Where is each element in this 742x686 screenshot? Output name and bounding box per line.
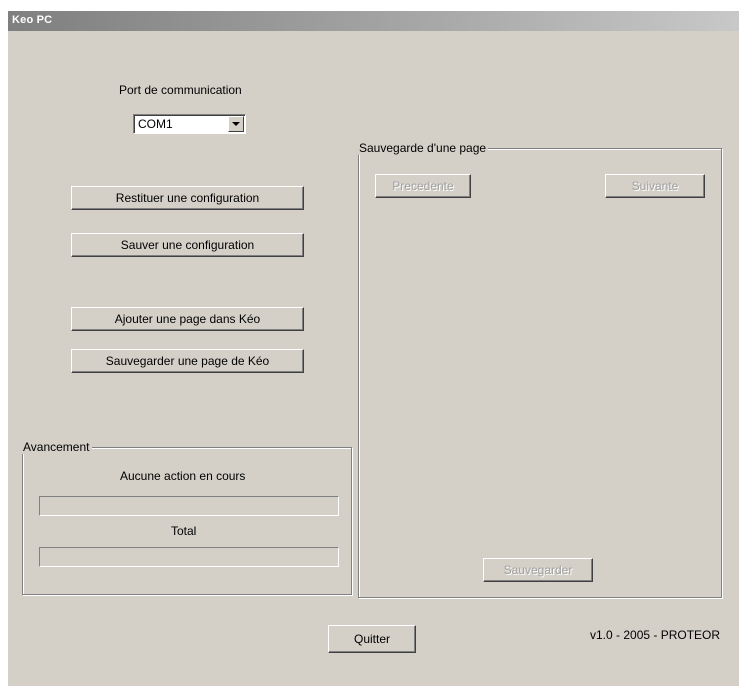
window-title: Keo PC xyxy=(12,14,53,26)
title-bar[interactable]: Keo PC xyxy=(8,11,739,31)
progress-status: Aucune action en cours xyxy=(120,469,246,483)
save-button[interactable]: Sauvegarder xyxy=(483,558,593,582)
progress-group: Avancement Aucune action en cours Total xyxy=(21,440,352,595)
next-button[interactable]: Suivante xyxy=(605,174,705,198)
chevron-down-icon[interactable] xyxy=(228,116,244,132)
restore-config-button[interactable]: Restituer une configuration xyxy=(71,186,304,210)
port-select[interactable]: COM1 xyxy=(133,114,246,134)
page-save-group: Sauvegarde d'une page Precedente Suivant… xyxy=(357,141,722,598)
quit-button[interactable]: Quitter xyxy=(328,625,416,653)
port-label: Port de communication xyxy=(119,83,242,97)
page-save-group-label: Sauvegarde d'une page xyxy=(357,141,489,155)
add-page-button[interactable]: Ajouter une page dans Kéo xyxy=(71,307,304,331)
action-progress-bar xyxy=(39,496,339,516)
total-label: Total xyxy=(171,524,197,538)
previous-button[interactable]: Precedente xyxy=(375,174,471,198)
total-progress-bar xyxy=(39,547,339,567)
save-page-button[interactable]: Sauvegarder une page de Kéo xyxy=(71,349,304,373)
save-config-button[interactable]: Sauver une configuration xyxy=(71,233,304,257)
port-select-value: COM1 xyxy=(138,117,173,131)
progress-group-label: Avancement xyxy=(21,440,92,454)
version-label: v1.0 - 2005 - PROTEOR xyxy=(590,628,721,642)
main-window: Keo PC Port de communication COM1 Restit… xyxy=(8,11,739,686)
